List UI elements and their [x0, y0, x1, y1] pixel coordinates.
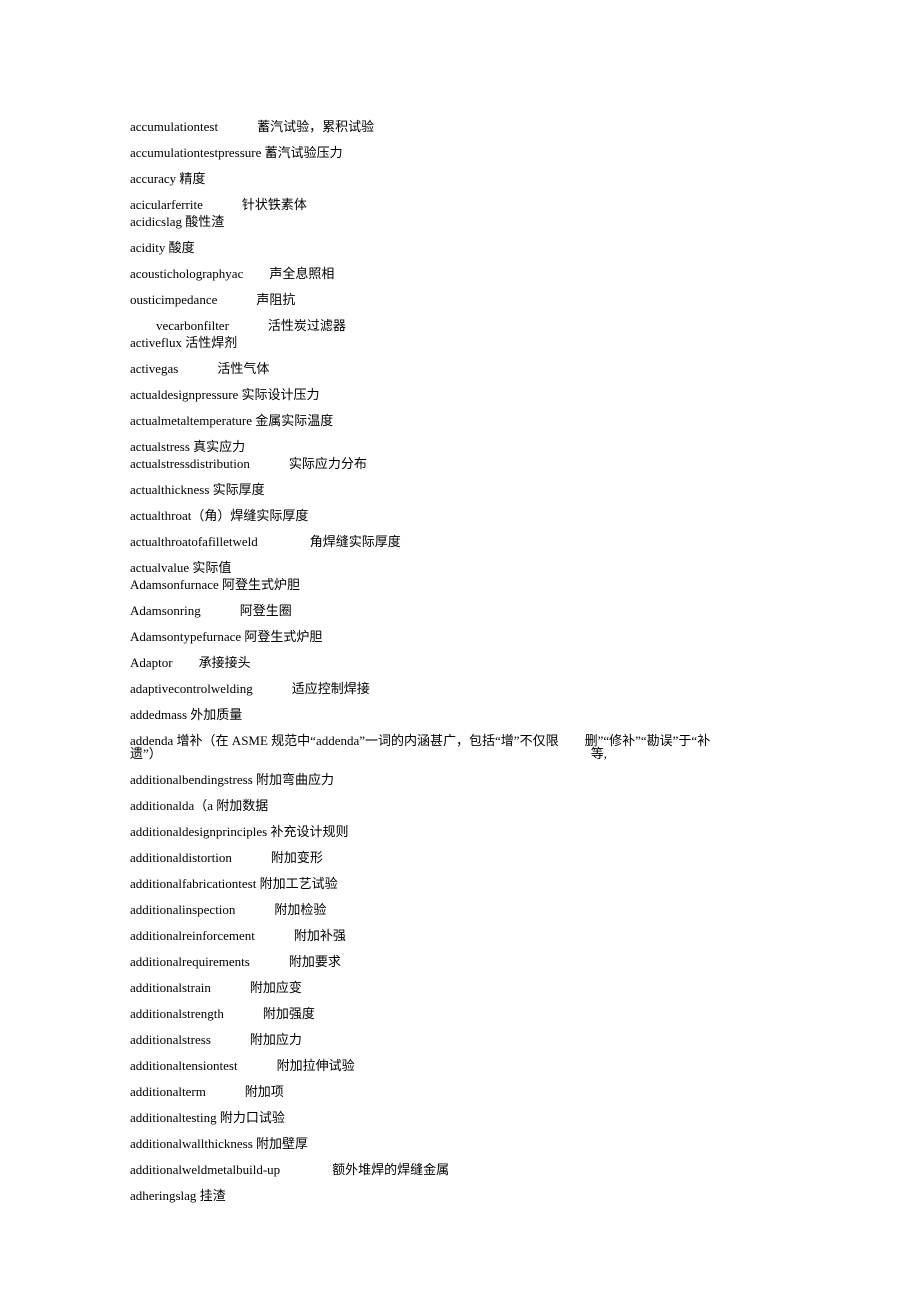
- glossary-entry: actualdesignpressure 实际设计压力: [130, 388, 790, 401]
- glossary-entry: additionalweldmetalbuild-up 额外堆焊的焊缝金属: [130, 1163, 790, 1176]
- glossary-entry: acidicslag 酸性渣: [130, 215, 790, 228]
- glossary-entry: additionalreinforcement 附加补强: [130, 929, 790, 942]
- glossary-entry: additionalinspection 附加检验: [130, 903, 790, 916]
- glossary-entry: Adaptor 承接接头: [130, 656, 790, 669]
- glossary-entry: Adamsontypefurnace 阿登生式炉胆: [130, 630, 790, 643]
- glossary-entry: additionaltesting 附力口试验: [130, 1111, 790, 1124]
- glossary-entry: addedmass 外加质量: [130, 708, 790, 721]
- glossary-entry: additionalstrain 附加应变: [130, 981, 790, 994]
- glossary-entry: addenda 增补（在 ASME 规范中“addenda”一词的内涵甚广，包括…: [130, 734, 790, 760]
- glossary-entry: actualthickness 实际厚度: [130, 483, 790, 496]
- glossary-entry: additionalterm 附加项: [130, 1085, 790, 1098]
- glossary-entry: adheringslag 挂渣: [130, 1189, 790, 1202]
- glossary-entry: accuracy 精度: [130, 172, 790, 185]
- glossary-entry: additionalrequirements 附加要求: [130, 955, 790, 968]
- glossary-entry: additionalbendingstress 附加弯曲应力: [130, 773, 790, 786]
- glossary-entry: ousticimpedance 声阻抗: [130, 293, 790, 306]
- glossary-entry: activegas 活性气体: [130, 362, 790, 375]
- glossary-entry: additionalstress 附加应力: [130, 1033, 790, 1046]
- glossary-entry: acidity 酸度: [130, 241, 790, 254]
- glossary-entry: vecarbonfilter 活性炭过滤器: [130, 319, 790, 332]
- document-page: accumulationtest 蓄汽试验，累积试验 accumulationte…: [0, 0, 920, 1275]
- glossary-entry: accumulationtest 蓄汽试验，累积试验: [130, 120, 790, 133]
- glossary-entry: actualstressdistribution 实际应力分布: [130, 457, 790, 470]
- glossary-entry: additionalwallthickness 附加壁厚: [130, 1137, 790, 1150]
- glossary-entry: additionaltensiontest 附加拉伸试验: [130, 1059, 790, 1072]
- glossary-entry: adaptivecontrolwelding 适应控制焊接: [130, 682, 790, 695]
- glossary-entry: additionalda（a 附加数据: [130, 799, 790, 812]
- glossary-entry: acousticholographyac 声全息照相: [130, 267, 790, 280]
- glossary-entry: actualthroatofafilletweld 角焊缝实际厚度: [130, 535, 790, 548]
- glossary-entry: additionalfabricationtest 附加工艺试验: [130, 877, 790, 890]
- glossary-entry: additionalstrength 附加强度: [130, 1007, 790, 1020]
- glossary-entry: actualmetaltemperature 金属实际温度: [130, 414, 790, 427]
- glossary-entry: additionaldistortion 附加变形: [130, 851, 790, 864]
- glossary-entry: accumulationtestpressure 蓄汽试验压力: [130, 146, 790, 159]
- glossary-entry: actualvalue 实际值: [130, 561, 790, 574]
- glossary-entry: additionaldesignprinciples 补充设计规则: [130, 825, 790, 838]
- glossary-entry: Adamsonring 阿登生圈: [130, 604, 790, 617]
- glossary-entry: actualstress 真实应力: [130, 440, 790, 453]
- glossary-entry: activeflux 活性焊剂: [130, 336, 790, 349]
- glossary-entry: Adamsonfurnace 阿登生式炉胆: [130, 578, 790, 591]
- glossary-entry: acicularferrite 针状铁素体: [130, 198, 790, 211]
- glossary-entry: actualthroat（角）焊缝实际厚度: [130, 509, 790, 522]
